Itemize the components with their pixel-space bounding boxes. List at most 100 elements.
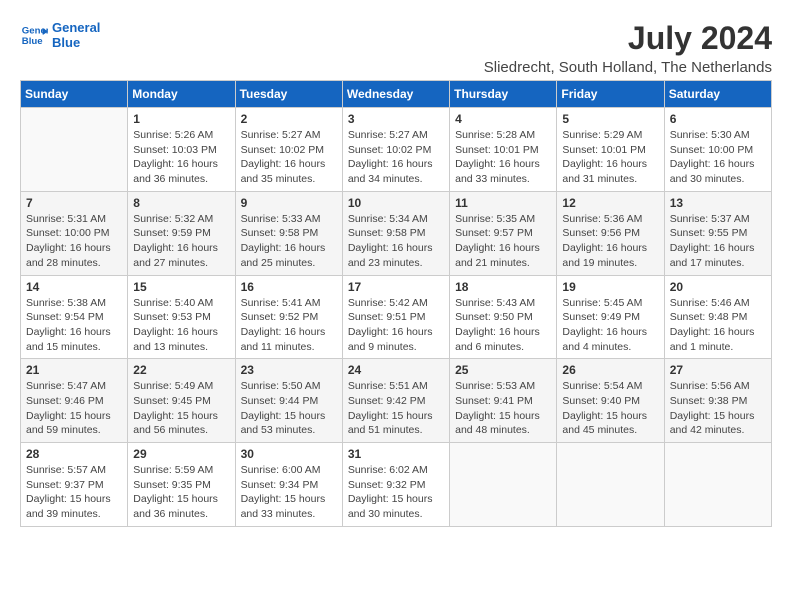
calendar-cell: 2Sunrise: 5:27 AM Sunset: 10:02 PM Dayli… bbox=[235, 108, 342, 192]
day-info: Sunrise: 5:49 AM Sunset: 9:45 PM Dayligh… bbox=[133, 379, 229, 438]
column-header-saturday: Saturday bbox=[664, 81, 771, 108]
calendar-cell: 20 Sunrise: 5:46 AM Sunset: 9:48 PM Dayli… bbox=[664, 275, 771, 359]
calendar-cell: 24Sunrise: 5:51 AM Sunset: 9:42 PM Dayli… bbox=[342, 359, 449, 443]
calendar-cell: 10Sunrise: 5:34 AM Sunset: 9:58 PM Dayli… bbox=[342, 191, 449, 275]
day-number: 31 bbox=[348, 447, 444, 461]
day-info: Sunrise: 5:26 AM Sunset: 10:03 PM Daylig… bbox=[133, 128, 229, 187]
day-number: 8 bbox=[133, 196, 229, 210]
calendar-cell: 7 Sunrise: 5:31 AM Sunset: 10:00 PM Dayli… bbox=[21, 191, 128, 275]
day-number: 9 bbox=[241, 196, 337, 210]
day-info: Sunrise: 5:42 AM Sunset: 9:51 PM Dayligh… bbox=[348, 296, 444, 355]
calendar-cell: 23 Sunrise: 5:50 AM Sunset: 9:44 PM Dayli… bbox=[235, 359, 342, 443]
calendar-cell: 5 Sunrise: 5:29 AM Sunset: 10:01 PM Dayli… bbox=[557, 108, 664, 192]
day-number: 23 bbox=[241, 363, 337, 377]
column-header-tuesday: Tuesday bbox=[235, 81, 342, 108]
calendar-cell: 16 Sunrise: 5:41 AM Sunset: 9:52 PM Dayli… bbox=[235, 275, 342, 359]
column-header-friday: Friday bbox=[557, 81, 664, 108]
day-info: Sunrise: 5:33 AM Sunset: 9:58 PM Dayligh… bbox=[241, 212, 337, 271]
month-year: July 2024 bbox=[484, 20, 772, 57]
day-number: 16 bbox=[241, 280, 337, 294]
calendar-cell: 31 Sunrise: 6:02 AM Sunset: 9:32 PM Dayli… bbox=[342, 443, 449, 527]
location: Sliedrecht, South Holland, The Netherlan… bbox=[484, 59, 772, 76]
day-number: 5 bbox=[562, 112, 658, 126]
calendar-cell: 18 Sunrise: 5:43 AM Sunset: 9:50 PM Dayli… bbox=[450, 275, 557, 359]
day-info: Sunrise: 5:59 AM Sunset: 9:35 PM Dayligh… bbox=[133, 463, 229, 522]
day-number: 13 bbox=[670, 196, 766, 210]
day-info: Sunrise: 5:43 AM Sunset: 9:50 PM Dayligh… bbox=[455, 296, 551, 355]
day-number: 12 bbox=[562, 196, 658, 210]
day-number: 1 bbox=[133, 112, 229, 126]
day-number: 17 bbox=[348, 280, 444, 294]
calendar-week-row: 1 Sunrise: 5:26 AM Sunset: 10:03 PM Dayli… bbox=[21, 108, 772, 192]
day-info: Sunrise: 5:46 AM Sunset: 9:48 PM Dayligh… bbox=[670, 296, 766, 355]
day-number: 3 bbox=[348, 112, 444, 126]
calendar-table: SundayMondayTuesdayWednesdayThursdayFrid… bbox=[20, 80, 772, 527]
calendar-cell: 1 Sunrise: 5:26 AM Sunset: 10:03 PM Dayli… bbox=[128, 108, 235, 192]
day-number: 30 bbox=[241, 447, 337, 461]
day-number: 19 bbox=[562, 280, 658, 294]
day-number: 29 bbox=[133, 447, 229, 461]
day-info: Sunrise: 5:35 AM Sunset: 9:57 PM Dayligh… bbox=[455, 212, 551, 271]
calendar-cell: 4 Sunrise: 5:28 AM Sunset: 10:01 PM Dayli… bbox=[450, 108, 557, 192]
logo-icon: General Blue bbox=[20, 21, 48, 49]
calendar-cell: 26Sunrise: 5:54 AM Sunset: 9:40 PM Dayli… bbox=[557, 359, 664, 443]
day-info: Sunrise: 5:27 AM Sunset: 10:02 PM Daylig… bbox=[241, 128, 337, 187]
day-info: Sunrise: 5:34 AM Sunset: 9:58 PM Dayligh… bbox=[348, 212, 444, 271]
day-number: 22 bbox=[133, 363, 229, 377]
day-info: Sunrise: 5:31 AM Sunset: 10:00 PM Daylig… bbox=[26, 212, 122, 271]
day-info: Sunrise: 5:32 AM Sunset: 9:59 PM Dayligh… bbox=[133, 212, 229, 271]
calendar-cell: 19 Sunrise: 5:45 AM Sunset: 9:49 PM Dayli… bbox=[557, 275, 664, 359]
calendar-cell: 15 Sunrise: 5:40 AM Sunset: 9:53 PM Dayli… bbox=[128, 275, 235, 359]
day-info: Sunrise: 5:38 AM Sunset: 9:54 PM Dayligh… bbox=[26, 296, 122, 355]
day-number: 4 bbox=[455, 112, 551, 126]
day-number: 20 bbox=[670, 280, 766, 294]
calendar-cell: 30Sunrise: 6:00 AM Sunset: 9:34 PM Dayli… bbox=[235, 443, 342, 527]
calendar-cell: 21 Sunrise: 5:47 AM Sunset: 9:46 PM Dayli… bbox=[21, 359, 128, 443]
day-info: Sunrise: 5:27 AM Sunset: 10:02 PM Daylig… bbox=[348, 128, 444, 187]
calendar-cell bbox=[21, 108, 128, 192]
calendar-header-row: SundayMondayTuesdayWednesdayThursdayFrid… bbox=[21, 81, 772, 108]
calendar-cell: 11Sunrise: 5:35 AM Sunset: 9:57 PM Dayli… bbox=[450, 191, 557, 275]
day-number: 26 bbox=[562, 363, 658, 377]
day-number: 18 bbox=[455, 280, 551, 294]
day-info: Sunrise: 5:40 AM Sunset: 9:53 PM Dayligh… bbox=[133, 296, 229, 355]
calendar-cell: 22 Sunrise: 5:49 AM Sunset: 9:45 PM Dayli… bbox=[128, 359, 235, 443]
calendar-cell: 27Sunrise: 5:56 AM Sunset: 9:38 PM Dayli… bbox=[664, 359, 771, 443]
calendar-cell bbox=[664, 443, 771, 527]
day-info: Sunrise: 5:28 AM Sunset: 10:01 PM Daylig… bbox=[455, 128, 551, 187]
logo-general: General bbox=[52, 20, 100, 35]
calendar-cell: 6 Sunrise: 5:30 AM Sunset: 10:00 PM Dayli… bbox=[664, 108, 771, 192]
day-info: Sunrise: 5:45 AM Sunset: 9:49 PM Dayligh… bbox=[562, 296, 658, 355]
day-number: 21 bbox=[26, 363, 122, 377]
day-number: 24 bbox=[348, 363, 444, 377]
day-info: Sunrise: 6:02 AM Sunset: 9:32 PM Dayligh… bbox=[348, 463, 444, 522]
column-header-thursday: Thursday bbox=[450, 81, 557, 108]
day-info: Sunrise: 5:41 AM Sunset: 9:52 PM Dayligh… bbox=[241, 296, 337, 355]
day-number: 15 bbox=[133, 280, 229, 294]
day-number: 28 bbox=[26, 447, 122, 461]
day-number: 25 bbox=[455, 363, 551, 377]
day-number: 14 bbox=[26, 280, 122, 294]
day-number: 7 bbox=[26, 196, 122, 210]
calendar-week-row: 7 Sunrise: 5:31 AM Sunset: 10:00 PM Dayli… bbox=[21, 191, 772, 275]
calendar-cell: 14 Sunrise: 5:38 AM Sunset: 9:54 PM Dayli… bbox=[21, 275, 128, 359]
day-info: Sunrise: 5:36 AM Sunset: 9:56 PM Dayligh… bbox=[562, 212, 658, 271]
day-info: Sunrise: 5:29 AM Sunset: 10:01 PM Daylig… bbox=[562, 128, 658, 187]
logo-blue: Blue bbox=[52, 35, 100, 50]
calendar-cell: 3 Sunrise: 5:27 AM Sunset: 10:02 PM Dayli… bbox=[342, 108, 449, 192]
calendar-cell bbox=[450, 443, 557, 527]
logo: General Blue General Blue bbox=[20, 20, 100, 50]
day-info: Sunrise: 5:47 AM Sunset: 9:46 PM Dayligh… bbox=[26, 379, 122, 438]
day-info: Sunrise: 5:30 AM Sunset: 10:00 PM Daylig… bbox=[670, 128, 766, 187]
day-info: Sunrise: 5:50 AM Sunset: 9:44 PM Dayligh… bbox=[241, 379, 337, 438]
day-info: Sunrise: 5:53 AM Sunset: 9:41 PM Dayligh… bbox=[455, 379, 551, 438]
calendar-cell bbox=[557, 443, 664, 527]
calendar-cell: 25 Sunrise: 5:53 AM Sunset: 9:41 PM Dayli… bbox=[450, 359, 557, 443]
calendar-cell: 12 Sunrise: 5:36 AM Sunset: 9:56 PM Dayli… bbox=[557, 191, 664, 275]
calendar-cell: 13Sunrise: 5:37 AM Sunset: 9:55 PM Dayli… bbox=[664, 191, 771, 275]
svg-text:Blue: Blue bbox=[22, 36, 43, 47]
column-header-sunday: Sunday bbox=[21, 81, 128, 108]
calendar-week-row: 21 Sunrise: 5:47 AM Sunset: 9:46 PM Dayli… bbox=[21, 359, 772, 443]
day-number: 6 bbox=[670, 112, 766, 126]
column-header-wednesday: Wednesday bbox=[342, 81, 449, 108]
